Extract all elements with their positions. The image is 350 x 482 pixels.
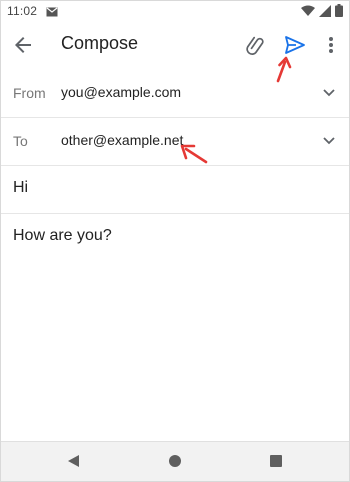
to-field[interactable]: other@example.net [61, 132, 183, 148]
nav-home-icon[interactable] [169, 455, 181, 467]
status-bar: 11:02 [1, 1, 349, 21]
more-options-button[interactable] [321, 33, 341, 57]
send-button[interactable] [283, 33, 307, 57]
chevron-down-icon[interactable] [321, 85, 337, 101]
subject-field[interactable]: Hi [13, 179, 28, 197]
to-label: To [13, 133, 28, 149]
navigation-bar [1, 441, 349, 481]
page-title: Compose [61, 33, 139, 53]
to-row[interactable]: To other@example.net [1, 117, 349, 166]
send-icon [285, 36, 305, 54]
from-label: From [13, 85, 46, 101]
compose-toolbar: Compose [1, 21, 349, 69]
back-button[interactable] [11, 33, 35, 57]
status-time: 11:02 [7, 4, 38, 18]
phone-screen: 11:02 Compose From you@example.com To ot… [0, 0, 350, 482]
paperclip-icon [246, 36, 264, 55]
chevron-down-icon[interactable] [321, 133, 337, 149]
nav-back-icon[interactable] [67, 454, 81, 473]
subject-row[interactable]: Hi [1, 165, 349, 214]
attach-button[interactable] [244, 33, 268, 57]
status-icons [301, 4, 343, 20]
battery-icon [335, 4, 343, 20]
mail-icon [46, 6, 58, 20]
compose-body-field[interactable]: How are you? [13, 227, 112, 245]
arrow-back-icon [15, 37, 31, 53]
signal-icon [319, 4, 331, 20]
from-row[interactable]: From you@example.com [1, 69, 349, 118]
more-vert-icon [329, 37, 333, 53]
nav-recents-icon[interactable] [270, 455, 282, 467]
from-field[interactable]: you@example.com [61, 84, 181, 100]
wifi-icon [301, 5, 315, 20]
